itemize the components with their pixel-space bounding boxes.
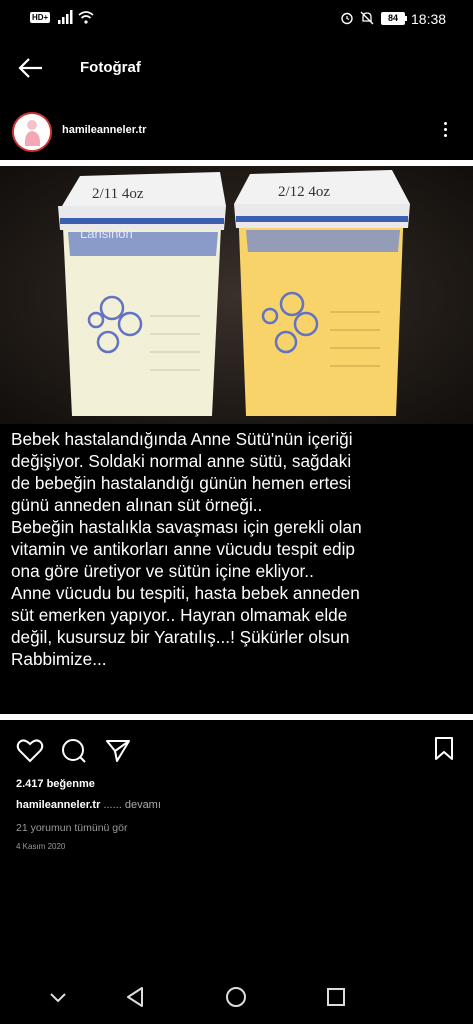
page-title: Fotoğraf [80, 59, 141, 76]
right-bag-handwriting: 2/12 4oz [278, 184, 330, 200]
caption-line: Rabbimize... [11, 649, 107, 669]
left-bag-handwriting: 2/11 4oz [92, 186, 144, 202]
caption-username[interactable]: hamileanneler.tr [16, 799, 100, 811]
app-header: Fotoğraf [0, 40, 473, 100]
caption-line: Anne vücudu bu tespiti, hasta bebek anne… [11, 583, 360, 603]
square-recent-icon[interactable] [324, 985, 348, 1009]
likes-count[interactable]: 2.417 beğenme [16, 778, 95, 790]
caption-line: de bebeğin hastalandığı günün hemen erte… [11, 473, 352, 493]
post-actions [0, 734, 473, 766]
post-date: 4 Kasım 2020 [16, 842, 66, 851]
battery-tip [405, 16, 407, 21]
network-badge: HD+ [30, 12, 51, 23]
post-caption-overlay: Bebek hastalandığında Anne Sütü'nün içer… [11, 428, 466, 670]
caption-line: değil, kusursuz bir Yaratılış...! Şükürl… [11, 627, 350, 647]
caption-line: değişiyor. Soldaki normal anne sütü, sağ… [11, 451, 352, 471]
bookmark-icon[interactable] [433, 736, 455, 762]
author-username[interactable]: hamileanneler.tr [62, 124, 146, 136]
milk-bags-illustration: Lansinoh 2/11 4oz 2/12 4oz [58, 170, 410, 416]
post-author-row: hamileanneler.tr [0, 108, 473, 158]
mute-bell-icon [360, 11, 374, 25]
avatar[interactable] [12, 112, 52, 152]
caption-line: günü anneden alınan süt örneği.. [11, 495, 263, 515]
system-nav-bar [0, 975, 473, 1020]
alarm-icon [341, 12, 353, 25]
heart-icon[interactable] [16, 738, 44, 764]
caption-preview: hamileanneler.tr ...... devamı [16, 799, 161, 811]
caption-line: vitamin ve antikorları anne vücudu tespi… [11, 539, 355, 559]
chevron-down-icon[interactable] [48, 990, 68, 1004]
caption-line: Bebek hastalandığında Anne Sütü'nün içer… [11, 429, 353, 449]
triangle-back-icon[interactable] [124, 985, 148, 1009]
wifi-icon [78, 11, 94, 24]
signal-icon [58, 10, 73, 24]
view-comments-link[interactable]: 21 yorumun tümünü gör [16, 822, 127, 834]
battery-indicator: 84 [381, 12, 405, 25]
caption-line: Bebeğin hastalıkla savaşması için gerekl… [11, 517, 362, 537]
circle-home-icon[interactable] [224, 985, 248, 1009]
speech-bubble-icon[interactable] [60, 738, 88, 764]
arrow-left-icon[interactable] [16, 56, 46, 80]
status-bar: HD+ 84 18:38 [0, 0, 473, 40]
milk-bags-photo: Lansinoh 2/11 4oz 2/12 4oz [0, 166, 473, 424]
paper-plane-icon[interactable] [104, 738, 132, 764]
caption-more-link[interactable]: ...... devamı [103, 799, 160, 811]
vertical-dots-icon[interactable] [442, 122, 448, 142]
caption-line: ona göre üretiyor ve sütün içine ekliyor… [11, 561, 314, 581]
status-time: 18:38 [411, 11, 447, 27]
left-bag-label: Lansinoh [80, 226, 133, 241]
post-image: Lansinoh 2/11 4oz 2/12 4oz Bebek hastala… [0, 160, 473, 720]
caption-line: süt emerken yapıyor.. Hayran olmamak eld… [11, 605, 348, 625]
